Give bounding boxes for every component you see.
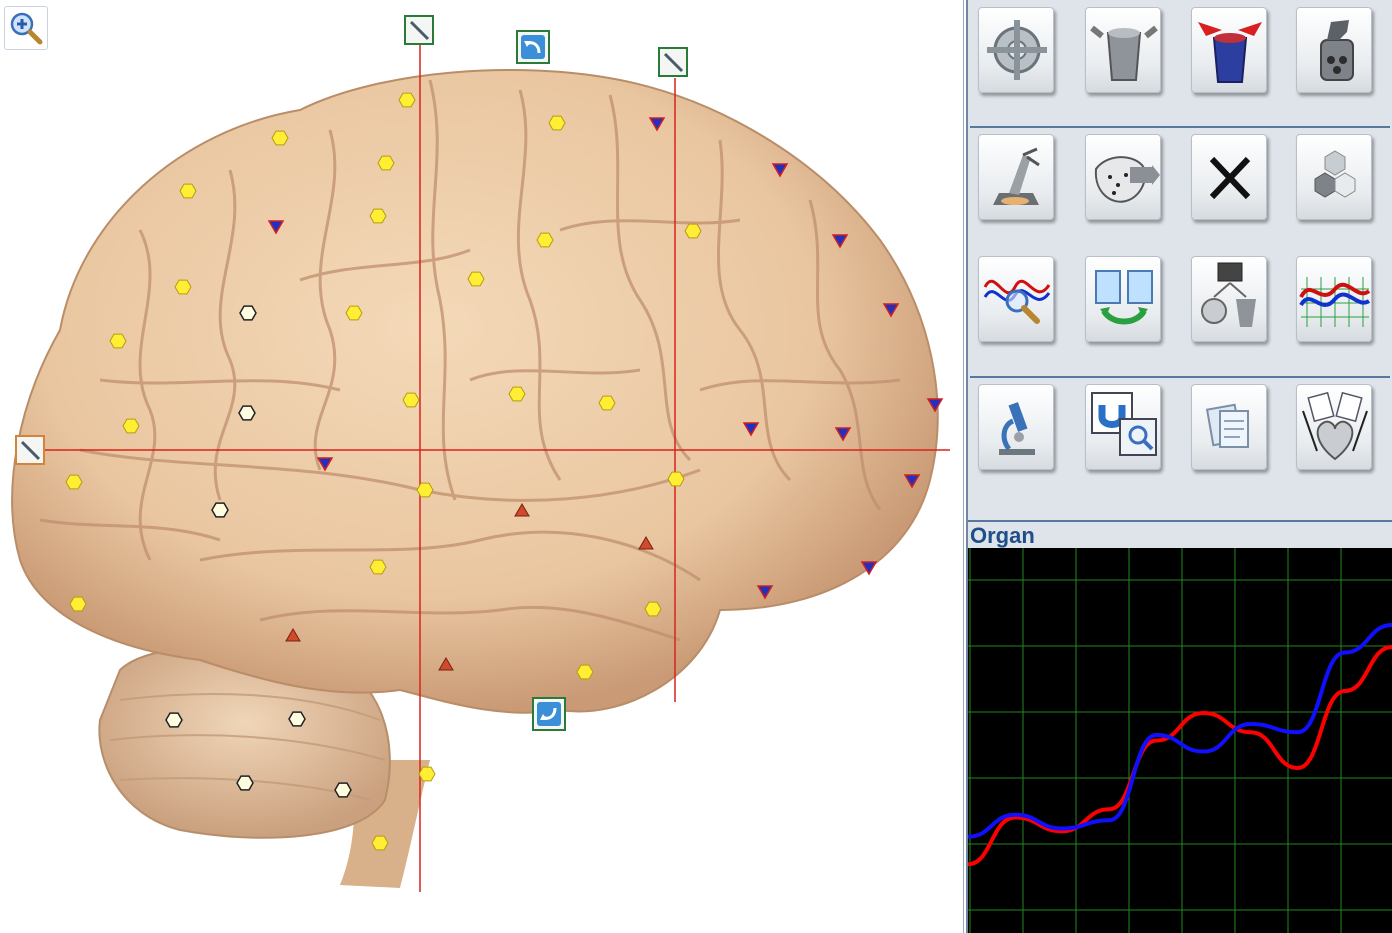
heart-organ-icon	[1302, 391, 1368, 461]
rotate-left-button[interactable]	[516, 30, 550, 64]
gray-container-icon	[1090, 25, 1158, 81]
acupoint-marker-white[interactable]	[236, 775, 254, 791]
blue-red-container-icon	[1198, 22, 1262, 83]
acupoint-marker-white[interactable]	[239, 305, 257, 321]
pen-icon	[663, 52, 684, 73]
grinder-button[interactable]	[978, 134, 1054, 220]
documents-button[interactable]	[1191, 384, 1267, 470]
heart-organ-button[interactable]	[1296, 384, 1372, 470]
vertical-line-handle-1[interactable]	[404, 15, 434, 45]
acupoint-marker-yellow[interactable]	[398, 92, 416, 108]
pen-icon	[409, 20, 430, 41]
hexagon-cluster-icon	[1314, 150, 1356, 198]
hexagon-cluster-button[interactable]	[1296, 134, 1372, 220]
acupoint-marker-white[interactable]	[288, 711, 306, 727]
gray-container-button[interactable]	[1085, 7, 1161, 93]
spray-bottle-icon	[1320, 20, 1354, 81]
acupoint-marker-white[interactable]	[238, 405, 256, 421]
acupoint-marker-yellow[interactable]	[122, 418, 140, 434]
acupoint-marker-yellow[interactable]	[667, 471, 685, 487]
map-scan-icon	[1094, 156, 1160, 203]
acupoint-marker-yellow[interactable]	[174, 279, 192, 295]
multi-wave-chart-icon	[1299, 277, 1371, 327]
microscope-button[interactable]	[978, 384, 1054, 470]
diagnostic-transfer-icon	[1201, 262, 1256, 327]
acupoint-marker-yellow[interactable]	[508, 386, 526, 402]
close-x-button[interactable]	[1191, 134, 1267, 220]
acupoint-marker-yellow[interactable]	[369, 208, 387, 224]
acupoint-marker-yellow[interactable]	[467, 271, 485, 287]
microscope-icon	[999, 402, 1035, 455]
acupoint-marker-yellow[interactable]	[271, 130, 289, 146]
acupoint-marker-white[interactable]	[334, 782, 352, 798]
cerebrum	[11, 69, 939, 714]
organ-panel-title: Organ	[968, 520, 1392, 548]
acupoint-marker-yellow[interactable]	[377, 155, 395, 171]
acupoint-marker-white[interactable]	[165, 712, 183, 728]
acupoint-marker-yellow[interactable]	[179, 183, 197, 199]
organ-chart	[968, 548, 1392, 933]
acupoint-marker-yellow[interactable]	[598, 395, 616, 411]
navigation-target-button[interactable]	[978, 7, 1054, 93]
grinder-icon	[993, 147, 1040, 205]
acupoint-marker-yellow[interactable]	[684, 223, 702, 239]
acupoint-marker-yellow[interactable]	[548, 115, 566, 131]
acupoint-marker-yellow[interactable]	[369, 559, 387, 575]
series-line-1	[968, 623, 1392, 839]
acupoint-marker-white[interactable]	[211, 502, 229, 518]
acupoint-marker-yellow[interactable]	[65, 474, 83, 490]
chart-grid	[968, 548, 1392, 933]
vertical-line-handle-2[interactable]	[658, 47, 688, 77]
zoom-in-magnifier-icon	[10, 12, 43, 45]
rotate-right-icon	[537, 702, 561, 726]
acupoint-marker-yellow[interactable]	[345, 305, 363, 321]
horizontal-line-handle[interactable]	[15, 435, 45, 465]
wave-magnifier-icon	[983, 279, 1051, 324]
acupoint-marker-yellow[interactable]	[644, 601, 662, 617]
brain-illustration	[11, 45, 950, 892]
clipboard-exchange-button[interactable]	[1085, 256, 1161, 342]
magnet-inspect-icon	[1091, 392, 1157, 456]
spray-bottle-button[interactable]	[1296, 7, 1372, 93]
brain-viewer[interactable]	[0, 0, 964, 933]
acupoint-marker-yellow[interactable]	[402, 392, 420, 408]
multi-wave-chart-button[interactable]	[1296, 256, 1372, 342]
rotate-right-button[interactable]	[532, 697, 566, 731]
wave-magnifier-button[interactable]	[978, 256, 1054, 342]
map-scan-button[interactable]	[1085, 134, 1161, 220]
documents-icon	[1205, 403, 1249, 448]
acupoint-marker-yellow[interactable]	[418, 766, 436, 782]
magnet-inspect-button[interactable]	[1085, 384, 1161, 470]
acupoint-marker-yellow[interactable]	[69, 596, 87, 612]
rotate-left-icon	[521, 35, 545, 59]
acupoint-marker-yellow[interactable]	[371, 835, 389, 851]
close-x-icon	[1209, 156, 1251, 200]
pen-icon	[20, 440, 41, 461]
diagnostic-transfer-button[interactable]	[1191, 256, 1267, 342]
acupoint-marker-yellow[interactable]	[109, 333, 127, 349]
zoom-button[interactable]	[4, 6, 48, 50]
series-line-0	[968, 645, 1392, 867]
acupoint-marker-yellow[interactable]	[576, 664, 594, 680]
blue-red-container-button[interactable]	[1191, 7, 1267, 93]
clipboard-exchange-icon	[1095, 270, 1153, 325]
acupoint-marker-yellow[interactable]	[416, 482, 434, 498]
navigation-target-icon	[987, 20, 1047, 80]
acupoint-marker-yellow[interactable]	[536, 232, 554, 248]
